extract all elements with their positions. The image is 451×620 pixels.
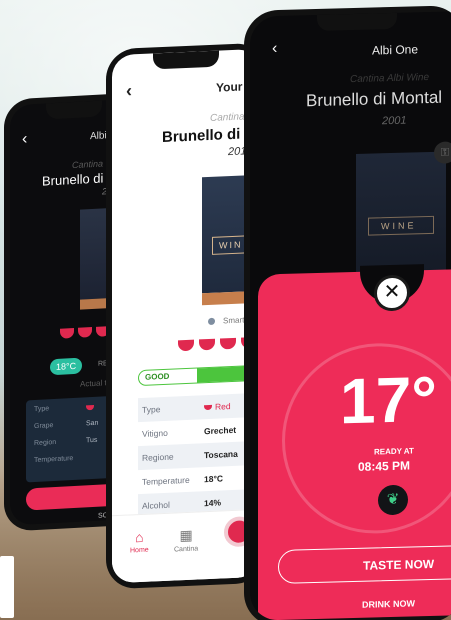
- radio-dot-icon: [208, 318, 215, 326]
- taste-now-button[interactable]: TASTE NOW: [278, 544, 451, 584]
- wine-glass-icon: [178, 339, 194, 352]
- table-key: Type: [142, 404, 161, 415]
- phone-front-notch: [317, 12, 397, 31]
- phone-front-bottle-image: [356, 151, 446, 274]
- phone-left-cantina: Cantina: [72, 158, 104, 171]
- table-key: Alcohol: [142, 499, 170, 511]
- wine-glass-icon: [199, 338, 215, 351]
- phone-middle-quality-bar: GOOD: [138, 363, 260, 387]
- phone-left-temperature-badge: 18°C: [50, 357, 83, 376]
- phone-middle-info-table: Type Red Vitigno Grechet Regione Toscana Te…: [138, 391, 260, 519]
- table-value: [86, 403, 94, 420]
- drink-now-button[interactable]: DRINK NOW: [362, 598, 415, 609]
- tab-cantina[interactable]: ▦ Cantina: [174, 526, 199, 554]
- temperature-value: 17°: [340, 362, 437, 438]
- lock-icon[interactable]: ⚿: [434, 141, 451, 164]
- phone-middle-wine-name: Brunello di M: [162, 124, 257, 147]
- phone-middle-smart-toggle[interactable]: Smart: [208, 315, 244, 326]
- phone-front-cantina: Cantina Albi Wine: [350, 72, 430, 86]
- table-value: Tus: [86, 436, 98, 445]
- table-value-text: Red: [215, 401, 231, 412]
- phone-middle-notch: [153, 50, 219, 70]
- table-value: 14%: [204, 497, 222, 509]
- wine-rack-icon: ▦: [179, 526, 193, 544]
- phone-front-screen: ‹ Albi One Cantina Albi Wine Brunello di…: [250, 11, 451, 620]
- table-value: Grechet: [204, 424, 237, 437]
- phone-front-wine-name: Brunello di Montal: [306, 87, 443, 111]
- tab-home[interactable]: ⌂ Home: [130, 529, 149, 555]
- wine-glass-icon: [86, 404, 94, 411]
- home-icon: ⌂: [135, 528, 144, 546]
- phone-middle-light: ‹ Your W Cantina Brunello di M 2011 WIN …: [106, 42, 266, 590]
- back-chevron-icon[interactable]: ‹: [126, 80, 132, 101]
- phone-left-notch: [46, 100, 102, 120]
- table-key: Vitigno: [142, 427, 168, 439]
- table-key: Temperature: [142, 474, 190, 487]
- phone-middle-tab-bar: ⌂ Home ▦ Cantina: [112, 508, 260, 584]
- white-card-edge: [0, 556, 14, 618]
- close-icon[interactable]: ✕: [374, 274, 410, 312]
- table-value: Toscana: [204, 448, 238, 461]
- back-chevron-icon[interactable]: ‹: [22, 130, 27, 148]
- phone-left-wine-name: Brunello di: [42, 170, 104, 189]
- ready-at-label: READY AT: [374, 446, 414, 457]
- table-value: San: [86, 419, 99, 428]
- phone-front-bottle-label: WINE: [368, 215, 434, 236]
- phone-middle-cantina: Cantina: [210, 111, 245, 124]
- table-value: Red: [204, 401, 231, 412]
- table-key: Temperature: [34, 455, 74, 465]
- table-value: 18°C: [204, 473, 223, 485]
- phone-left-title: Albi: [90, 130, 107, 143]
- quality-label: GOOD: [145, 371, 170, 382]
- phone-middle-screen: ‹ Your W Cantina Brunello di M 2011 WIN …: [112, 48, 260, 584]
- wine-glass-icon: [220, 337, 236, 350]
- temperature-sheet: ✕ 17° READY AT 08:45 PM ❦ TASTE NOW DRIN…: [258, 264, 451, 620]
- phone-front-title: Albi One: [372, 42, 419, 58]
- back-chevron-icon[interactable]: ‹: [272, 40, 277, 58]
- tab-cantina-label: Cantina: [174, 545, 199, 554]
- wine-glass-icon: [78, 327, 92, 338]
- wine-glass-icon: [60, 328, 74, 339]
- tab-home-label: Home: [130, 546, 149, 555]
- table-key: Regione: [142, 451, 174, 463]
- ready-time: 08:45 PM: [358, 458, 411, 474]
- smart-label: Smart: [223, 315, 245, 326]
- wine-glass-icon: [204, 405, 212, 411]
- phone-front-year: 2001: [382, 114, 407, 128]
- phone-front-dark: ‹ Albi One Cantina Albi Wine Brunello di…: [244, 5, 451, 620]
